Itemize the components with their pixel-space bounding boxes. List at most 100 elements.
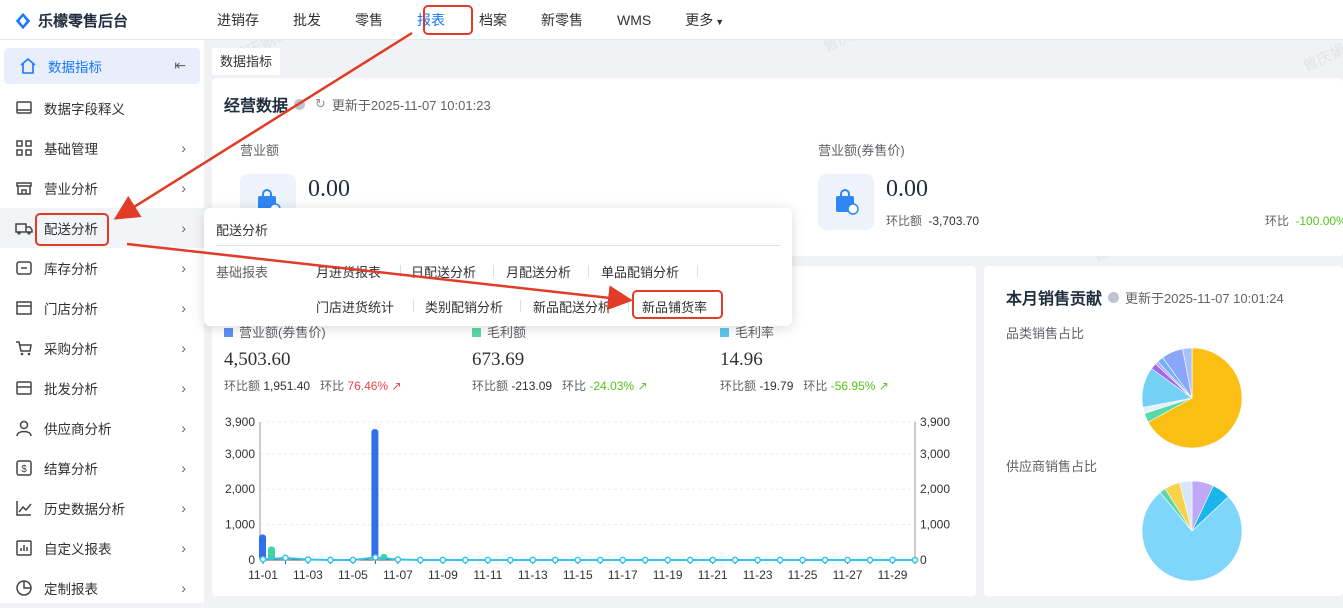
sidebar-item-stock[interactable]: 库存分析 ›	[0, 248, 204, 288]
line-point[interactable]	[461, 556, 469, 564]
line-point[interactable]	[439, 556, 447, 564]
coupon-compare-value: -3,703.70	[928, 214, 980, 228]
sidebar-item-label: 历史数据分析	[44, 502, 125, 517]
sidebar-item-wholesale[interactable]: 批发分析 ›	[0, 368, 204, 408]
coupon-label: 营业额(券售价)	[818, 143, 905, 158]
sidebar-item-label: 数据字段释义	[44, 102, 125, 117]
line-point[interactable]	[327, 556, 334, 564]
line-point[interactable]	[911, 556, 919, 564]
line-point[interactable]	[664, 556, 672, 564]
line-point[interactable]	[776, 556, 784, 564]
link-new-item-coverage[interactable]: 新品铺货率	[642, 297, 707, 316]
line-point[interactable]	[596, 556, 604, 564]
info-icon[interactable]	[1108, 291, 1120, 303]
info-icon[interactable]	[294, 98, 306, 110]
line-point[interactable]	[484, 556, 492, 564]
y2-tick-label: 0	[920, 553, 927, 567]
category-pie-chart	[1141, 347, 1243, 449]
line-point[interactable]	[529, 556, 537, 564]
home-icon	[18, 56, 38, 76]
chevron-right-icon: ›	[181, 300, 186, 316]
line-point[interactable]	[754, 556, 761, 564]
line-point[interactable]	[709, 556, 717, 564]
chevron-right-icon: ›	[181, 140, 186, 156]
truck-icon	[14, 218, 34, 238]
delivery-submenu: 配送分析 基础报表 月进货报表 日配送分析 月配送分析 单品配销分析 门店进货统…	[204, 208, 792, 326]
line-point[interactable]	[731, 556, 739, 564]
sidebar-item-field-defs[interactable]: 数据字段释义	[0, 88, 204, 128]
chevron-right-icon: ›	[181, 500, 186, 516]
x-tick-label: 11-19	[653, 568, 683, 582]
tab-metrics[interactable]: 数据指标	[212, 48, 281, 75]
sidebar-item-history[interactable]: 历史数据分析 ›	[0, 488, 204, 528]
top-bar: 乐檬零售后台 进销存 批发 零售 报表 档案 新零售 WMS 更多 ▼	[0, 0, 1343, 40]
link-daily-delivery[interactable]: 日配送分析	[411, 262, 476, 281]
chevron-right-icon: ›	[181, 220, 186, 236]
sidebar-item-custom[interactable]: 自定义报表 ›	[0, 528, 204, 568]
x-tick-label: 11-09	[428, 568, 458, 582]
line-point[interactable]	[799, 556, 806, 564]
line-point[interactable]	[821, 556, 829, 564]
sidebar-item-label: 数据指标	[48, 60, 102, 75]
line-point[interactable]	[304, 556, 312, 563]
collapse-icon[interactable]: ⇤	[174, 57, 186, 74]
nav-retail[interactable]: 零售	[338, 0, 400, 40]
nav-archive[interactable]: 档案	[462, 0, 524, 40]
cart-icon	[14, 338, 34, 358]
line-point[interactable]	[417, 556, 424, 564]
contribution-card: 本月销售贡献 更新于2025-11-07 10:01:24 品类销售占比 供应商…	[984, 266, 1343, 596]
sidebar-item-supplier[interactable]: 供应商分析 ›	[0, 408, 204, 448]
x-tick-label: 11-25	[788, 568, 818, 582]
line-point[interactable]	[619, 556, 627, 564]
link-monthly-delivery[interactable]: 月配送分析	[506, 262, 571, 281]
sidebar-item-tailored[interactable]: 定制报表 ›	[0, 568, 204, 608]
line-point[interactable]	[551, 556, 559, 564]
sidebar-item-metrics[interactable]: 数据指标 ⇤	[4, 48, 200, 84]
line-point[interactable]	[686, 556, 694, 564]
coupon-ratio: 环比 -100.00%	[1265, 212, 1343, 229]
nav-wms[interactable]: WMS	[600, 0, 668, 40]
app-logo[interactable]: 乐檬零售后台	[14, 10, 128, 31]
sidebar-item-delivery[interactable]: 配送分析 ›	[0, 208, 204, 248]
contribution-title: 本月销售贡献	[1006, 291, 1103, 308]
coupon-compare: 环比额 -3,703.70	[886, 212, 979, 229]
y-tick-label: 0	[248, 553, 255, 567]
coupon-ratio-label: 环比	[1265, 214, 1290, 228]
link-monthly-purchase[interactable]: 月进货报表	[316, 262, 381, 281]
separator	[628, 300, 629, 312]
line-point[interactable]	[259, 555, 267, 563]
submenu-title: 配送分析	[216, 223, 269, 238]
line-point[interactable]	[844, 556, 851, 564]
nav-more[interactable]: 更多 ▼	[668, 0, 741, 40]
line-point[interactable]	[641, 556, 649, 564]
bar-0[interactable]	[371, 429, 379, 560]
sidebar-item-label: 自定义报表	[44, 542, 112, 557]
line-point[interactable]	[574, 556, 582, 564]
link-new-item-delivery[interactable]: 新品配送分析	[533, 297, 611, 316]
link-category-distribution[interactable]: 类别配销分析	[425, 297, 503, 316]
sidebar-item-settlement[interactable]: $ 结算分析 ›	[0, 448, 204, 488]
sidebar-item-label: 门店分析	[44, 302, 98, 317]
refresh-icon[interactable]: ↻	[315, 96, 326, 112]
sidebar-item-basic[interactable]: 基础管理 ›	[0, 128, 204, 168]
link-store-purchase[interactable]: 门店进货统计	[316, 297, 394, 316]
line-point[interactable]	[349, 556, 357, 564]
sidebar-item-purchase[interactable]: 采购分析 ›	[0, 328, 204, 368]
logo-icon	[15, 12, 31, 29]
line-point[interactable]	[372, 554, 379, 561]
x-tick-label: 11-13	[518, 568, 548, 582]
sidebar-item-sales[interactable]: 营业分析 ›	[0, 168, 204, 208]
nav-reports[interactable]: 报表	[400, 0, 462, 40]
line-point[interactable]	[282, 554, 289, 562]
line-point[interactable]	[506, 556, 514, 564]
sidebar-item-store[interactable]: 门店分析 ›	[0, 288, 204, 328]
line-point[interactable]	[394, 556, 402, 563]
nav-inventory[interactable]: 进销存	[200, 0, 276, 40]
line-point[interactable]	[866, 556, 874, 564]
nav-wholesale[interactable]: 批发	[276, 0, 338, 40]
line-point[interactable]	[889, 556, 896, 564]
link-item-distribution[interactable]: 单品配销分析	[601, 262, 679, 281]
nav-new-retail[interactable]: 新零售	[524, 0, 600, 40]
x-tick-label: 11-01	[248, 568, 278, 582]
x-tick-label: 11-07	[383, 568, 413, 582]
